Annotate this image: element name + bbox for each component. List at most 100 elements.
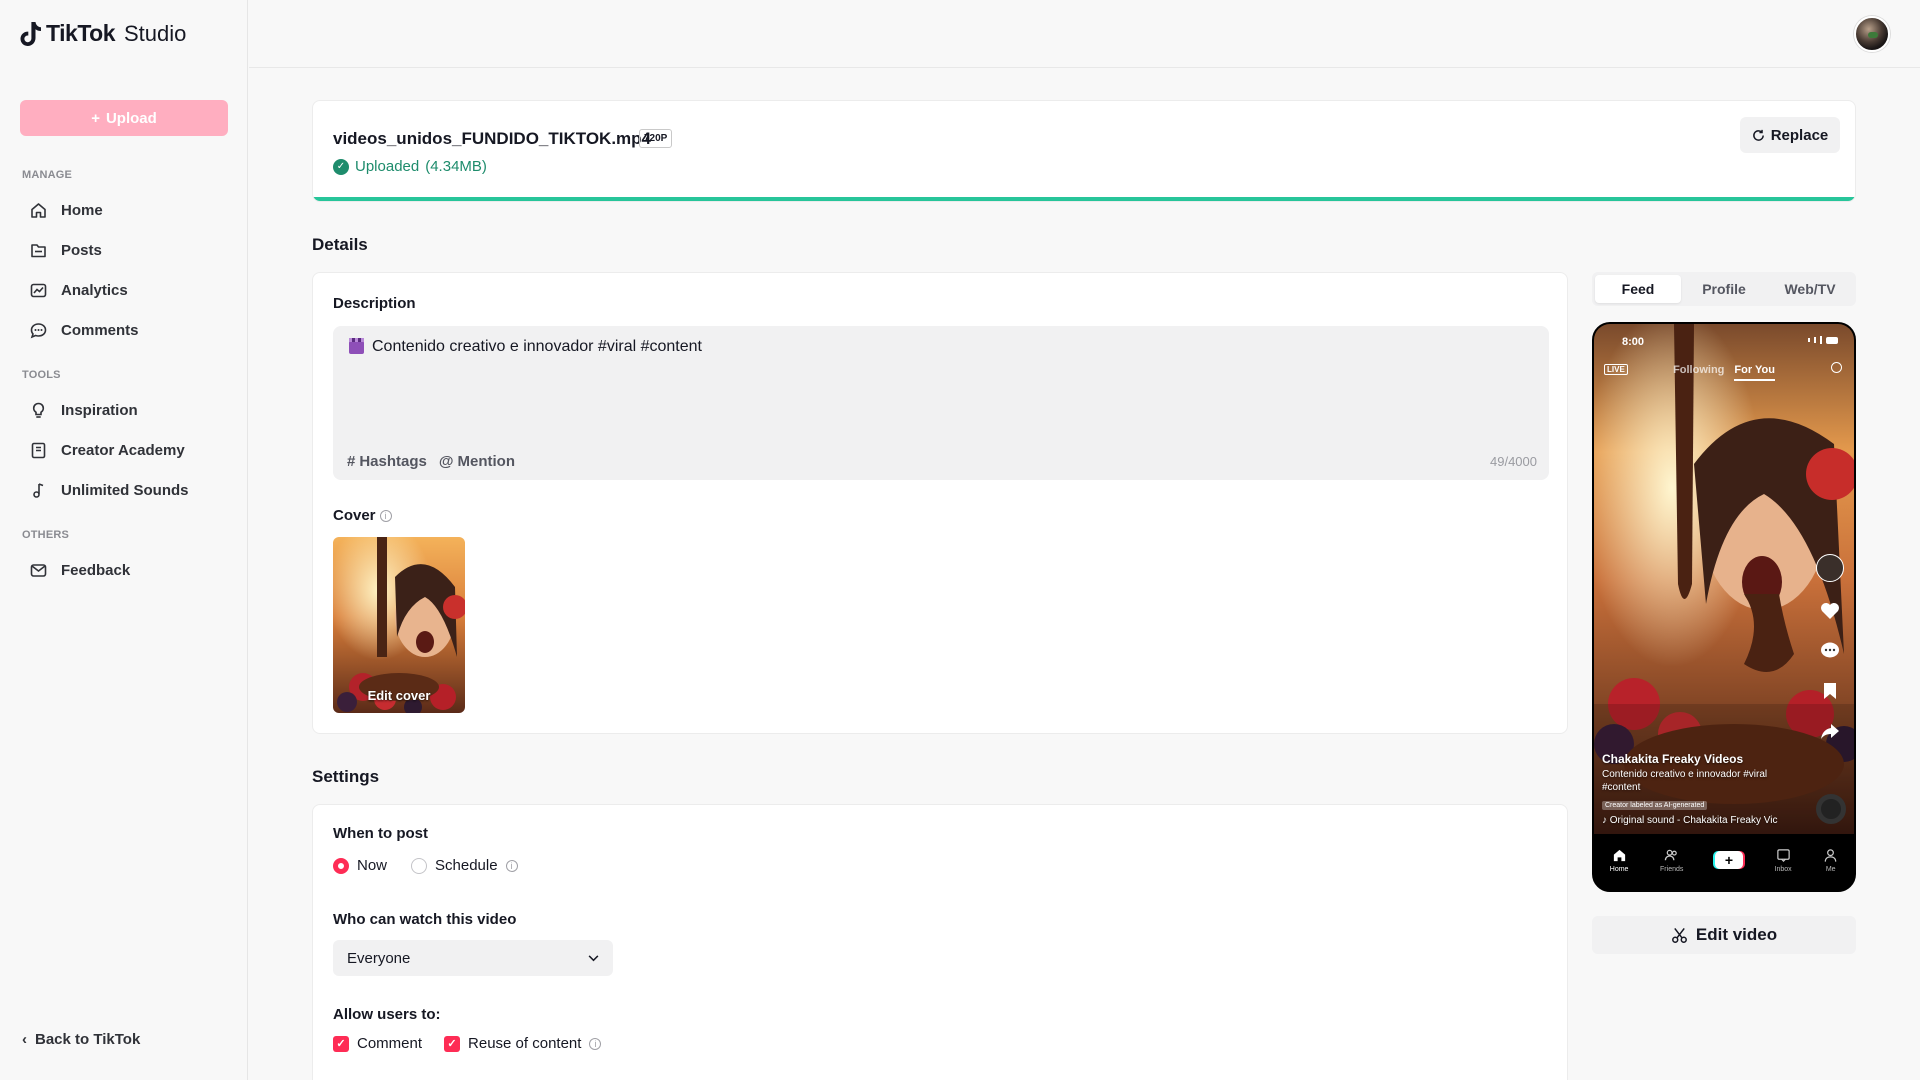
radio-selected-indicator (333, 857, 349, 874)
sidebar-item-unlimited-sounds[interactable]: Unlimited Sounds (30, 478, 189, 502)
replace-button[interactable]: Replace (1740, 117, 1840, 153)
friends-icon (1665, 849, 1677, 860)
comments-icon (30, 322, 47, 338)
radio-schedule[interactable]: Schedule i (411, 857, 518, 874)
cover-image (333, 537, 465, 713)
brand-name: TikTok (46, 20, 116, 46)
back-label: Back to TikTok (35, 1031, 141, 1048)
details-heading: Details (312, 235, 368, 254)
character-count: 49/4000 (1490, 454, 1537, 469)
sidebar-item-label: Unlimited Sounds (61, 481, 189, 499)
preview-mode-tabs: Feed Profile Web/TV (1592, 272, 1856, 306)
phone-video-info: Chakakita Freaky Videos Contenido creati… (1602, 752, 1802, 826)
music-note-icon: ♪ (1602, 815, 1607, 826)
avatar[interactable] (1854, 16, 1890, 52)
sidebar-item-home[interactable]: Home (30, 198, 103, 222)
tiktok-logo-icon (20, 21, 41, 46)
sidebar-item-creator-academy[interactable]: Creator Academy (30, 438, 185, 462)
sidebar-item-label: Inspiration (61, 401, 138, 419)
visibility-select[interactable]: Everyone (333, 940, 613, 976)
radio-indicator (411, 857, 428, 874)
upload-status: ✓ Uploaded (4.34MB) (333, 158, 487, 175)
description-editor[interactable]: Contenido creativo e innovador #viral #c… (333, 326, 1549, 480)
hashtags-label: Hashtags (359, 453, 427, 470)
upload-button[interactable]: + Upload (20, 100, 228, 136)
settings-card: When to post Now Schedule i Who can watc… (312, 804, 1568, 1080)
plus-icon: + (91, 109, 100, 127)
reuse-checkbox[interactable]: ✓ Reuse of content i (444, 1035, 602, 1052)
signal-icon (1808, 338, 1810, 342)
sidebar-item-label: Home (61, 201, 103, 219)
phone-sound: ♪ Original sound - Chakakita Freaky Vic (1602, 815, 1802, 826)
edit-video-label: Edit video (1695, 925, 1778, 944)
visibility-value: Everyone (347, 949, 411, 967)
cover-label: Cover (333, 507, 376, 524)
phone-sound-text: Original sound - Chakakita Freaky Vic (1609, 815, 1778, 826)
cover-thumbnail[interactable]: Edit cover (333, 537, 465, 713)
search-icon (1831, 362, 1842, 373)
info-icon[interactable]: i (379, 509, 392, 522)
sidebar-item-inspiration[interactable]: Inspiration (30, 398, 138, 422)
mention-button[interactable]: @ Mention (439, 453, 515, 470)
chevron-left-icon: ‹ (22, 1031, 27, 1048)
sidebar-item-label: Posts (61, 241, 102, 259)
sidebar-item-label: Creator Academy (61, 441, 185, 459)
reuse-label: Reuse of content (468, 1035, 582, 1052)
file-name: videos_unidos_FUNDIDO_TIKTOK.mp4 (333, 129, 652, 148)
info-icon[interactable]: i (505, 859, 518, 872)
clapperboard-emoji-icon (349, 337, 364, 354)
profile-icon (1824, 848, 1837, 862)
details-card: Description Contenido creativo e innovad… (312, 272, 1568, 734)
analytics-icon (30, 283, 47, 297)
sidebar-item-analytics[interactable]: Analytics (30, 278, 128, 302)
top-bar (249, 0, 1920, 68)
sidebar-item-comments[interactable]: Comments (30, 318, 139, 342)
creator-avatar (1816, 554, 1844, 582)
create-plus-icon: + (1714, 851, 1743, 869)
tiktok-studio-logo[interactable]: TikTok Studio (20, 20, 186, 47)
settings-heading: Settings (312, 767, 380, 786)
phone-nav-label: Friends (1660, 865, 1684, 873)
info-icon[interactable]: i (589, 1037, 602, 1050)
signal-icon (1820, 336, 1822, 344)
tab-web-tv[interactable]: Web/TV (1767, 275, 1853, 303)
radio-now[interactable]: Now (333, 857, 387, 874)
resolution-badge: 720P (639, 129, 673, 148)
phone-username: Chakakita Freaky Videos (1602, 752, 1744, 766)
sidebar-item-posts[interactable]: Posts (30, 238, 102, 262)
back-to-tiktok-link[interactable]: ‹ Back to TikTok (22, 1031, 140, 1048)
comment-checkbox[interactable]: ✓ Comment (333, 1035, 422, 1052)
tab-feed[interactable]: Feed (1595, 275, 1681, 303)
phone-nav-create: + (1714, 851, 1743, 869)
phone-preview: 8:00 LIVE Following For You Chakakita Fr… (1592, 322, 1856, 892)
tab-profile[interactable]: Profile (1681, 275, 1767, 303)
refresh-icon (1752, 129, 1764, 141)
description-toolbar: # Hashtags @ Mention (347, 453, 515, 470)
phone-nav-label: Inbox (1774, 865, 1792, 873)
status-text: Uploaded (355, 158, 420, 175)
mention-label: Mention (457, 453, 516, 470)
comment-icon (1821, 642, 1839, 658)
now-label: Now (357, 857, 388, 874)
music-note-icon (33, 482, 44, 498)
checkbox-checked-icon: ✓ (444, 1035, 461, 1052)
sidebar-item-label: Analytics (61, 281, 128, 299)
cover-label-row: Cover i (333, 507, 392, 524)
uploaded-file-card: videos_unidos_FUNDIDO_TIKTOK.mp4 720P ✓ … (312, 100, 1856, 202)
inbox-icon (1776, 848, 1790, 862)
checkbox-checked-icon: ✓ (333, 1035, 349, 1052)
hashtags-button[interactable]: # Hashtags (347, 453, 427, 470)
home-icon (1613, 849, 1625, 861)
edit-video-button[interactable]: Edit video (1592, 916, 1856, 954)
battery-icon (1826, 336, 1838, 344)
phone-time: 8:00 (1622, 336, 1645, 348)
phone-nav-label: Home (1609, 865, 1629, 873)
description-content[interactable]: Contenido creativo e innovador #viral #c… (349, 337, 702, 356)
share-icon (1821, 724, 1839, 739)
upload-label: Upload (105, 109, 157, 127)
lightbulb-icon (32, 402, 45, 418)
sidebar-item-feedback[interactable]: Feedback (30, 558, 130, 582)
sidebar: TikTok Studio + Upload MANAGE Home Posts… (0, 0, 248, 1080)
phone-action-rail (1814, 554, 1846, 742)
music-disc-icon (1816, 794, 1846, 824)
